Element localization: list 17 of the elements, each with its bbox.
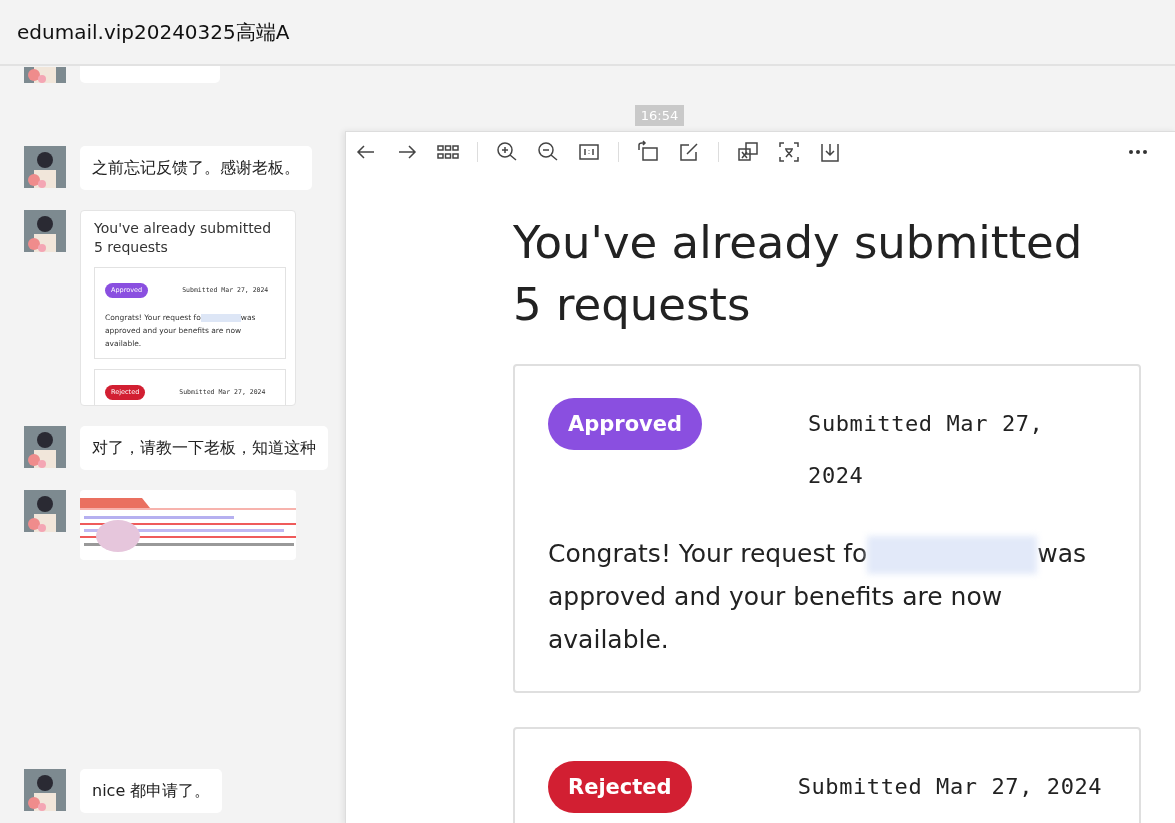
page-title: You've already submitted 5 requests xyxy=(513,215,1084,333)
message-bubble: nice 都申请了。 xyxy=(80,769,223,813)
translate-icon[interactable] xyxy=(736,140,760,164)
request-message: Congrats! Your request fo was approved and your benefits are now available. xyxy=(548,532,1106,661)
status-badge: Rejected xyxy=(548,761,692,813)
status-badge: Approved xyxy=(548,398,703,450)
extract-text-icon[interactable] xyxy=(777,140,801,164)
edit-icon[interactable] xyxy=(677,140,701,164)
window-title: edumail.vip20240325高端A xyxy=(17,18,290,46)
rotate-icon[interactable] xyxy=(636,140,660,164)
zoom-in-icon[interactable] xyxy=(495,140,519,164)
submitted-date: Submitted Mar 27, 2024 xyxy=(797,773,1104,801)
submitted-date: Submitted Mar 27, 2024 xyxy=(808,410,1045,490)
page-title: You've already submitted 5 requests xyxy=(94,219,273,257)
zoom-out-icon[interactable] xyxy=(536,140,560,164)
message-bubble: 对了，请教一下老板，知道这种 xyxy=(80,426,328,470)
message-bubble: 之前忘记反馈了。感谢老板。 xyxy=(80,146,312,190)
